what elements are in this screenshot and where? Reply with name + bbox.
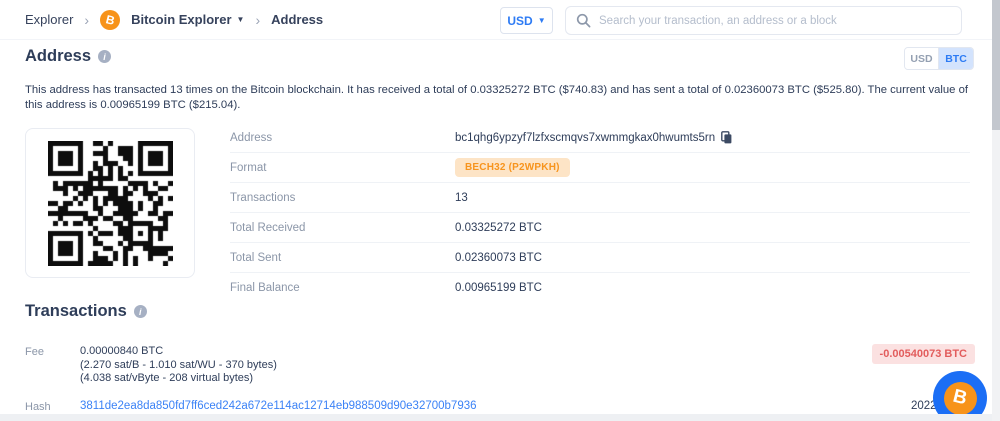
detail-value: 13 (455, 192, 468, 204)
breadcrumb-page: Address (271, 12, 323, 27)
vertical-scrollbar (992, 0, 1000, 421)
hash-row: Hash 3811de2ea8da850fd7ff6ced242a672e114… (25, 398, 975, 414)
table-row-final-balance: Final Balance 0.00965199 BTC (230, 273, 970, 303)
breadcrumb-network-dropdown[interactable]: Bitcoin Explorer ▼ (131, 12, 244, 27)
fee-detail-line: (2.270 sat/B - 1.010 sat/WU - 370 bytes) (80, 359, 277, 373)
currency-toggle: USD BTC (904, 47, 974, 70)
transactions-section-header: Transactions i (25, 302, 147, 321)
copy-icon[interactable] (721, 131, 732, 144)
chevron-down-icon: ▼ (237, 16, 245, 24)
breadcrumb-explorer[interactable]: Explorer (25, 12, 73, 27)
detail-label: Format (230, 162, 455, 174)
qr-code (48, 141, 173, 266)
bitcoin-icon: B (944, 382, 977, 415)
chevron-right-icon: › (255, 13, 260, 27)
search-input[interactable] (599, 15, 951, 27)
detail-value: 0.00965199 BTC (455, 282, 542, 294)
blockchain-explorer-page: Explorer › B Bitcoin Explorer ▼ › Addres… (0, 0, 1000, 421)
toggle-btc[interactable]: BTC (939, 48, 973, 69)
chevron-down-icon: ▼ (538, 17, 546, 25)
address-section-header: Address i (25, 47, 111, 66)
hash-label: Hash (25, 401, 51, 413)
detail-label: Address (230, 132, 455, 144)
top-nav: Explorer › B Bitcoin Explorer ▼ › Addres… (0, 0, 992, 40)
address-summary: This address has transacted 13 times on … (25, 83, 970, 113)
qr-card (25, 128, 195, 278)
fee-row: Fee 0.00000840 BTC (2.270 sat/B - 1.010 … (25, 343, 975, 385)
table-row-transactions: Transactions 13 (230, 183, 970, 213)
table-row-total-sent: Total Sent 0.02360073 BTC (230, 243, 970, 273)
transaction-hash-link[interactable]: 3811de2ea8da850fd7ff6ced242a672e114ac127… (80, 400, 477, 412)
page-title: Address (25, 47, 91, 66)
detail-label: Transactions (230, 192, 455, 204)
fee-details: 0.00000840 BTC (2.270 sat/B - 1.010 sat/… (80, 345, 277, 386)
bitcoin-icon: B (100, 10, 120, 30)
fee-value: 0.00000840 BTC (80, 345, 277, 359)
currency-dropdown[interactable]: USD ▼ (500, 7, 553, 34)
fee-detail-line: (4.038 sat/vByte - 208 virtual bytes) (80, 372, 277, 386)
info-icon[interactable]: i (134, 305, 147, 318)
detail-value: 0.02360073 BTC (455, 252, 542, 264)
info-icon[interactable]: i (98, 50, 111, 63)
currency-label: USD (507, 14, 532, 28)
address-value: bc1qhg6ypzyf7lzfxscmqvs7xwmmgkax0hwumts5… (455, 132, 715, 144)
search-bar (565, 6, 962, 35)
table-row-address: Address bc1qhg6ypzyf7lzfxscmqvs7xwmmgkax… (230, 123, 970, 153)
chevron-right-icon: › (84, 13, 89, 27)
address-details-table: Address bc1qhg6ypzyf7lzfxscmqvs7xwmmgkax… (230, 123, 970, 303)
table-row-format: Format BECH32 (P2WPKH) (230, 153, 970, 183)
bottom-strip (0, 414, 992, 421)
detail-label: Total Sent (230, 252, 455, 264)
format-badge: BECH32 (P2WPKH) (455, 158, 570, 177)
scrollbar-thumb[interactable] (992, 0, 1000, 130)
fee-label: Fee (25, 346, 44, 358)
balance-delta-badge: -0.00540073 BTC (872, 344, 975, 364)
transactions-title: Transactions (25, 302, 127, 321)
detail-label: Total Received (230, 222, 455, 234)
search-icon (576, 13, 591, 28)
table-row-total-received: Total Received 0.03325272 BTC (230, 213, 970, 243)
detail-value: 0.03325272 BTC (455, 222, 542, 234)
detail-label: Final Balance (230, 282, 455, 294)
toggle-usd[interactable]: USD (905, 48, 939, 69)
breadcrumb: Explorer › B Bitcoin Explorer ▼ › Addres… (25, 10, 323, 30)
network-label: Bitcoin Explorer (131, 12, 231, 27)
